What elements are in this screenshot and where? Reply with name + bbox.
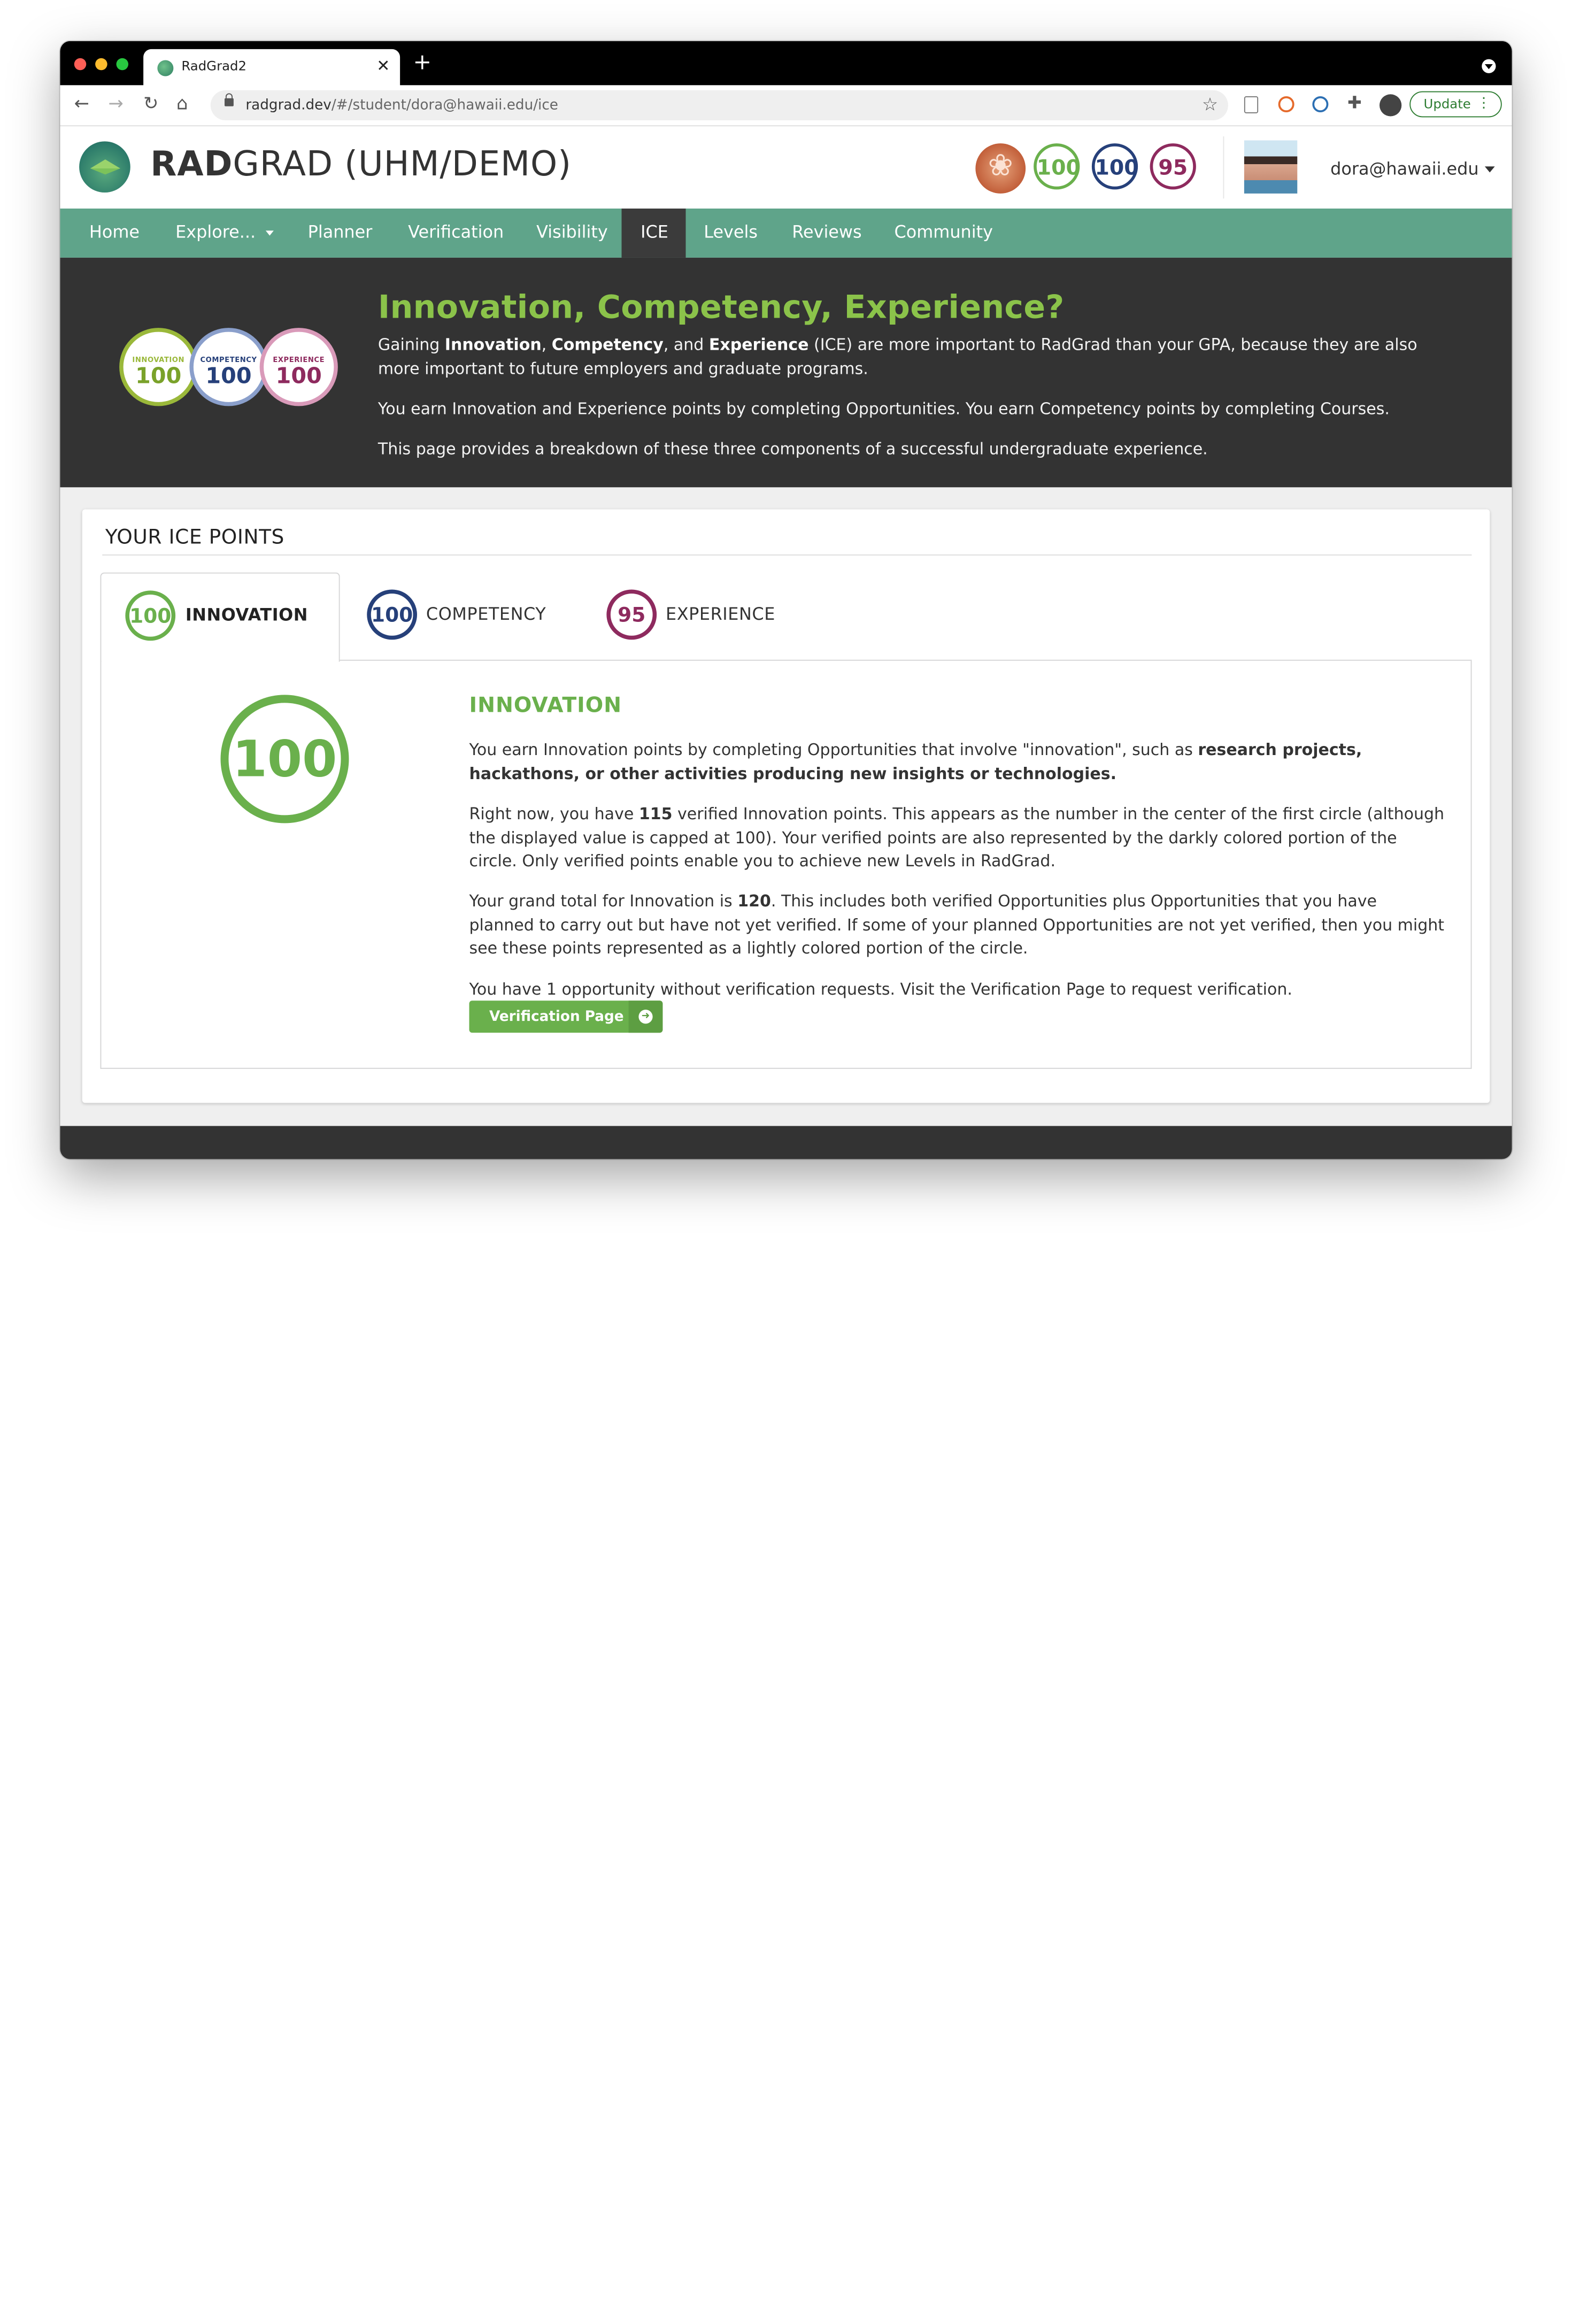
- experience-badge[interactable]: 95: [1150, 143, 1196, 190]
- ice-hero: INNOVATION 100 COMPETENCY 100 EXPERIENCE…: [60, 257, 1512, 488]
- nav-levels[interactable]: Levels: [685, 209, 777, 258]
- card-title: YOUR ICE POINTS: [105, 524, 284, 549]
- innovation-badge[interactable]: 100: [1034, 143, 1081, 190]
- experience-tab-circle: 95: [606, 589, 657, 640]
- tab-competency[interactable]: 100 COMPETENCY: [363, 573, 564, 661]
- url-text: radgrad.dev/#/student/dora@hawaii.edu/ic…: [245, 97, 558, 113]
- lock-icon: [225, 93, 234, 106]
- radgrad-favicon-icon: [157, 60, 174, 76]
- competency-badge[interactable]: 100: [1091, 143, 1139, 190]
- nav-planner[interactable]: Planner: [289, 209, 391, 258]
- profile-avatar-icon[interactable]: [1380, 94, 1402, 117]
- experience-tab-label: EXPERIENCE: [666, 604, 775, 625]
- new-tab-icon[interactable]: +: [413, 50, 432, 75]
- section-title: INNOVATION: [469, 692, 622, 717]
- hero-paragraph-1: Gaining Innovation, Competency, and Expe…: [377, 335, 1417, 378]
- level-medal-icon[interactable]: [975, 143, 1026, 194]
- arrow-circle-right-icon: ➜: [628, 1001, 663, 1033]
- browser-window: RadGrad2 ✕ + ← → ↻ ⌂ radgrad.dev/#/stude…: [60, 41, 1512, 1159]
- hero-title: Innovation, Competency, Experience?: [377, 288, 1065, 326]
- nav-verification[interactable]: Verification: [389, 209, 523, 258]
- ice-points-card: YOUR ICE POINTS 100 INNOVATION 100 COMPE…: [82, 509, 1490, 1103]
- browser-toolbar: ← → ↻ ⌂ radgrad.dev/#/student/dora@hawai…: [60, 85, 1512, 127]
- dropdown-caret-icon: [265, 230, 274, 235]
- extensions-puzzle-icon[interactable]: ✚: [1347, 93, 1366, 113]
- innovation-big-circle: 100: [220, 695, 349, 824]
- forward-icon[interactable]: →: [109, 93, 124, 114]
- hero-competency-badge: COMPETENCY 100: [189, 328, 268, 406]
- nav-explore[interactable]: Explore...: [157, 209, 293, 258]
- close-tab-icon[interactable]: ✕: [376, 56, 390, 75]
- verification-page-button[interactable]: Verification Page ➜: [469, 1001, 663, 1033]
- hero-experience-badge: EXPERIENCE 100: [259, 328, 338, 406]
- page-footer: [60, 1126, 1512, 1159]
- app-header: RADGRAD (UHM/DEMO) 100 100 95 dora@hawai…: [60, 126, 1512, 209]
- tab-innovation[interactable]: 100 INNOVATION: [100, 572, 340, 662]
- main-nav: Home Explore... Planner Verification Vis…: [60, 209, 1512, 258]
- radgrad-logo[interactable]: [79, 141, 130, 193]
- extension-b-icon[interactable]: [1278, 96, 1294, 112]
- reader-extension-icon[interactable]: [1244, 96, 1259, 113]
- close-window-button[interactable]: [74, 58, 87, 71]
- maximize-window-button[interactable]: [116, 58, 128, 71]
- more-menu-icon[interactable]: ⋮: [1477, 95, 1491, 111]
- innovation-paragraph-1: You earn Innovation points by completing…: [469, 740, 1362, 783]
- update-button[interactable]: Update ⋮: [1409, 91, 1502, 118]
- home-icon[interactable]: ⌂: [176, 93, 188, 114]
- hero-innovation-badge: INNOVATION 100: [119, 328, 198, 406]
- minimize-window-button[interactable]: [95, 58, 107, 71]
- verification-button-label: Verification Page: [489, 1009, 624, 1025]
- browser-tabbar: RadGrad2 ✕ +: [60, 41, 1512, 87]
- nav-home[interactable]: Home: [70, 209, 158, 258]
- innovation-tab-label: INNOVATION: [185, 605, 309, 626]
- tab-experience[interactable]: 95 EXPERIENCE: [604, 573, 804, 661]
- innovation-paragraph-2: Right now, you have 115 verified Innovat…: [469, 804, 1445, 871]
- nav-ice[interactable]: ICE: [621, 209, 686, 258]
- card-divider: [102, 554, 1472, 556]
- hero-paragraph-2: You earn Innovation and Experience point…: [377, 399, 1390, 418]
- verification-notice: You have 1 opportunity without verificat…: [469, 979, 1292, 999]
- address-bar[interactable]: radgrad.dev/#/student/dora@hawaii.edu/ic…: [210, 90, 1228, 120]
- innovation-tab-circle: 100: [125, 590, 176, 641]
- back-icon[interactable]: ←: [74, 93, 89, 114]
- innovation-paragraph-3: Your grand total for Innovation is 120. …: [469, 891, 1445, 958]
- bookmark-star-icon[interactable]: ☆: [1202, 94, 1218, 115]
- tab-title: RadGrad2: [181, 59, 247, 74]
- avatar[interactable]: [1244, 140, 1298, 194]
- nav-visibility[interactable]: Visibility: [518, 209, 627, 258]
- user-menu[interactable]: dora@hawaii.edu: [1330, 159, 1495, 180]
- competency-tab-label: COMPETENCY: [426, 604, 546, 625]
- password-extension-icon[interactable]: [1312, 96, 1329, 112]
- hero-paragraph-3: This page provides a breakdown of these …: [377, 439, 1208, 458]
- competency-tab-circle: 100: [367, 589, 417, 640]
- nav-reviews[interactable]: Reviews: [773, 209, 881, 258]
- brand-title[interactable]: RADGRAD (UHM/DEMO): [150, 144, 572, 184]
- header-divider: [1223, 136, 1224, 199]
- nav-community[interactable]: Community: [875, 209, 1012, 258]
- tab-search-icon[interactable]: [1482, 59, 1496, 73]
- reload-icon[interactable]: ↻: [143, 93, 158, 114]
- browser-tab[interactable]: RadGrad2 ✕: [143, 49, 400, 87]
- caret-down-icon: [1484, 166, 1495, 173]
